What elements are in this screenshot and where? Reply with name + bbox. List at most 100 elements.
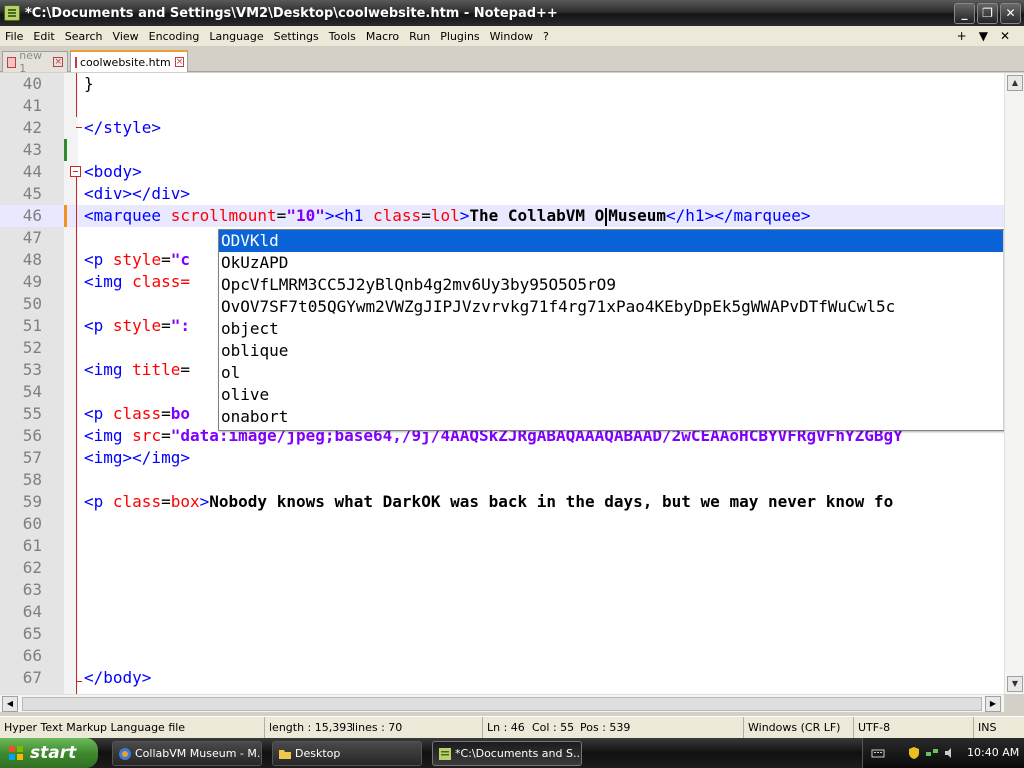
security-shield-icon[interactable] xyxy=(907,746,921,760)
notepadpp-app-icon[interactable] xyxy=(4,5,20,21)
menu-macro[interactable]: Macro xyxy=(361,30,404,43)
autocomplete-item[interactable]: ol xyxy=(219,362,1005,384)
status-encoding[interactable]: UTF-8 xyxy=(853,717,890,739)
line-number: 66 xyxy=(22,646,42,665)
code-line[interactable]: 62 xyxy=(0,557,1004,579)
code-line[interactable]: 61 xyxy=(0,535,1004,557)
taskbar-item-desktop[interactable]: Desktop xyxy=(272,741,422,766)
windows-flag-icon xyxy=(9,746,23,760)
syntax-token: class= xyxy=(132,272,190,291)
autocomplete-item-text: OvOV7SF7t05QGYwm2VWZgJIPJVzvrvkg71f4rg71… xyxy=(221,297,896,316)
code-line[interactable]: 67 </body> xyxy=(0,667,1004,689)
menu-tools[interactable]: Tools xyxy=(324,30,361,43)
syntax-token: "10" xyxy=(286,206,325,225)
syntax-token: = xyxy=(161,250,171,269)
syntax-token: class xyxy=(112,492,162,511)
menu-file[interactable]: File xyxy=(0,30,28,43)
new-tab-plus-icon[interactable]: + xyxy=(957,29,967,43)
code-line[interactable]: 58 xyxy=(0,469,1004,491)
maximize-button[interactable]: ❐ xyxy=(977,2,998,24)
tab-label: coolwebsite.htm xyxy=(80,55,171,69)
scroll-down-arrow-icon[interactable]: ▼ xyxy=(1007,676,1023,692)
menu-encoding[interactable]: Encoding xyxy=(144,30,205,43)
code-line[interactable]: 65 xyxy=(0,623,1004,645)
autocomplete-popup: ODVKld OkUzAPD OpcVfLMRM3CC5J2yBlQnb4g2mv6… xyxy=(218,229,1020,431)
taskbar-item-notepadpp[interactable]: *C:\Documents and S... xyxy=(432,741,582,766)
tab-new-1[interactable]: new 1 × xyxy=(2,49,68,75)
code-line[interactable]: 43 xyxy=(0,139,1004,161)
status-insert-mode[interactable]: INS xyxy=(973,717,996,739)
code-line[interactable]: 66 xyxy=(0,645,1004,667)
menu-edit[interactable]: Edit xyxy=(28,30,59,43)
syntax-token: style xyxy=(112,250,162,269)
code-line[interactable]: 63 xyxy=(0,579,1004,601)
autocomplete-item[interactable]: olive xyxy=(219,384,1005,406)
autocomplete-item[interactable]: onabort xyxy=(219,406,1005,428)
code-line[interactable]: 46 <marquee scrollmount="10"><h1 class=lo… xyxy=(0,205,1004,227)
status-eol-format[interactable]: Windows (CR LF) xyxy=(743,717,840,739)
syntax-token: <p xyxy=(84,492,113,511)
code-line[interactable]: 40} xyxy=(0,73,1004,95)
tab-close-icon[interactable]: × xyxy=(53,57,63,67)
fold-collapse-icon[interactable] xyxy=(70,166,81,177)
code-line[interactable]: 64 xyxy=(0,601,1004,623)
volume-icon[interactable] xyxy=(943,746,957,760)
horizontal-scrollbar[interactable]: ◀ ▶ xyxy=(0,694,1004,712)
syntax-token: <img xyxy=(84,360,133,379)
horizontal-scroll-thumb[interactable] xyxy=(22,697,982,711)
network-icon[interactable] xyxy=(925,746,939,760)
line-number: 60 xyxy=(22,514,42,533)
saved-change-marker xyxy=(64,139,67,161)
close-document-icon[interactable]: ✕ xyxy=(1000,29,1010,43)
autocomplete-item[interactable]: ODVKld xyxy=(219,230,1005,252)
windows-taskbar: start CollabVM Museum - M... Desktop *C:… xyxy=(0,738,1024,768)
taskbar-item-label: Desktop xyxy=(295,747,341,760)
syntax-token: = xyxy=(161,492,171,511)
syntax-token: = xyxy=(161,316,171,335)
autocomplete-item[interactable]: OkUzAPD xyxy=(219,252,1005,274)
vertical-scrollbar[interactable]: ▲ ▼ xyxy=(1004,73,1024,694)
menu-plugins[interactable]: Plugins xyxy=(435,30,484,43)
tab-label: new 1 xyxy=(19,49,43,75)
autocomplete-item[interactable]: object xyxy=(219,318,1005,340)
syntax-token: = xyxy=(161,404,171,423)
start-button[interactable]: start xyxy=(0,738,98,768)
scroll-right-arrow-icon[interactable]: ▶ xyxy=(985,696,1001,712)
menu-settings[interactable]: Settings xyxy=(269,30,324,43)
line-number: 43 xyxy=(22,140,42,159)
menu-run[interactable]: Run xyxy=(404,30,435,43)
syntax-token: Nobody knows what DarkOK was back in the… xyxy=(209,492,894,511)
autocomplete-item[interactable]: OpcVfLMRM3CC5J2yBlQnb4g2mv6Uy3by95O5O5rO… xyxy=(219,274,1005,296)
taskbar-item-browser[interactable]: CollabVM Museum - M... xyxy=(112,741,262,766)
menu-language[interactable]: Language xyxy=(204,30,268,43)
autocomplete-item[interactable]: OvOV7SF7t05QGYwm2VWZgJIPJVzvrvkg71f4rg71… xyxy=(219,296,1005,318)
tab-list-dropdown-icon[interactable]: ▼ xyxy=(979,29,988,43)
code-line[interactable]: 57 <img></img> xyxy=(0,447,1004,469)
menu-right-controls: + ▼ ✕ xyxy=(957,29,1024,43)
close-button[interactable]: ✕ xyxy=(1000,2,1021,24)
scroll-left-arrow-icon[interactable]: ◀ xyxy=(2,696,18,712)
minimize-button[interactable]: _ xyxy=(954,2,975,24)
tab-coolwebsite[interactable]: coolwebsite.htm × xyxy=(70,50,188,72)
clock[interactable]: 10:40 AM xyxy=(967,746,1019,759)
autocomplete-item-text: ol xyxy=(221,363,241,382)
code-line[interactable]: 45 <div></div> xyxy=(0,183,1004,205)
syntax-token: <p xyxy=(84,250,113,269)
menu-help[interactable]: ? xyxy=(538,30,554,43)
code-line[interactable]: 41 xyxy=(0,95,1004,117)
tab-close-icon[interactable]: × xyxy=(174,57,185,67)
fold-line xyxy=(76,73,77,117)
code-line[interactable]: 44 <body> xyxy=(0,161,1004,183)
menu-search[interactable]: Search xyxy=(60,30,108,43)
keyboard-icon[interactable] xyxy=(871,746,885,760)
menu-view[interactable]: View xyxy=(108,30,144,43)
menu-window[interactable]: Window xyxy=(485,30,538,43)
syntax-token: = xyxy=(276,206,287,225)
code-line[interactable]: 60 xyxy=(0,513,1004,535)
title-bar[interactable]: *C:\Documents and Settings\VM2\Desktop\c… xyxy=(0,0,1024,26)
code-line[interactable]: 42 </style> xyxy=(0,117,1004,139)
syntax-token: <p xyxy=(84,316,113,335)
autocomplete-item[interactable]: oblique xyxy=(219,340,1005,362)
code-line[interactable]: 59 <p class=box>Nobody knows what DarkOK … xyxy=(0,491,1004,513)
scroll-up-arrow-icon[interactable]: ▲ xyxy=(1007,75,1023,91)
